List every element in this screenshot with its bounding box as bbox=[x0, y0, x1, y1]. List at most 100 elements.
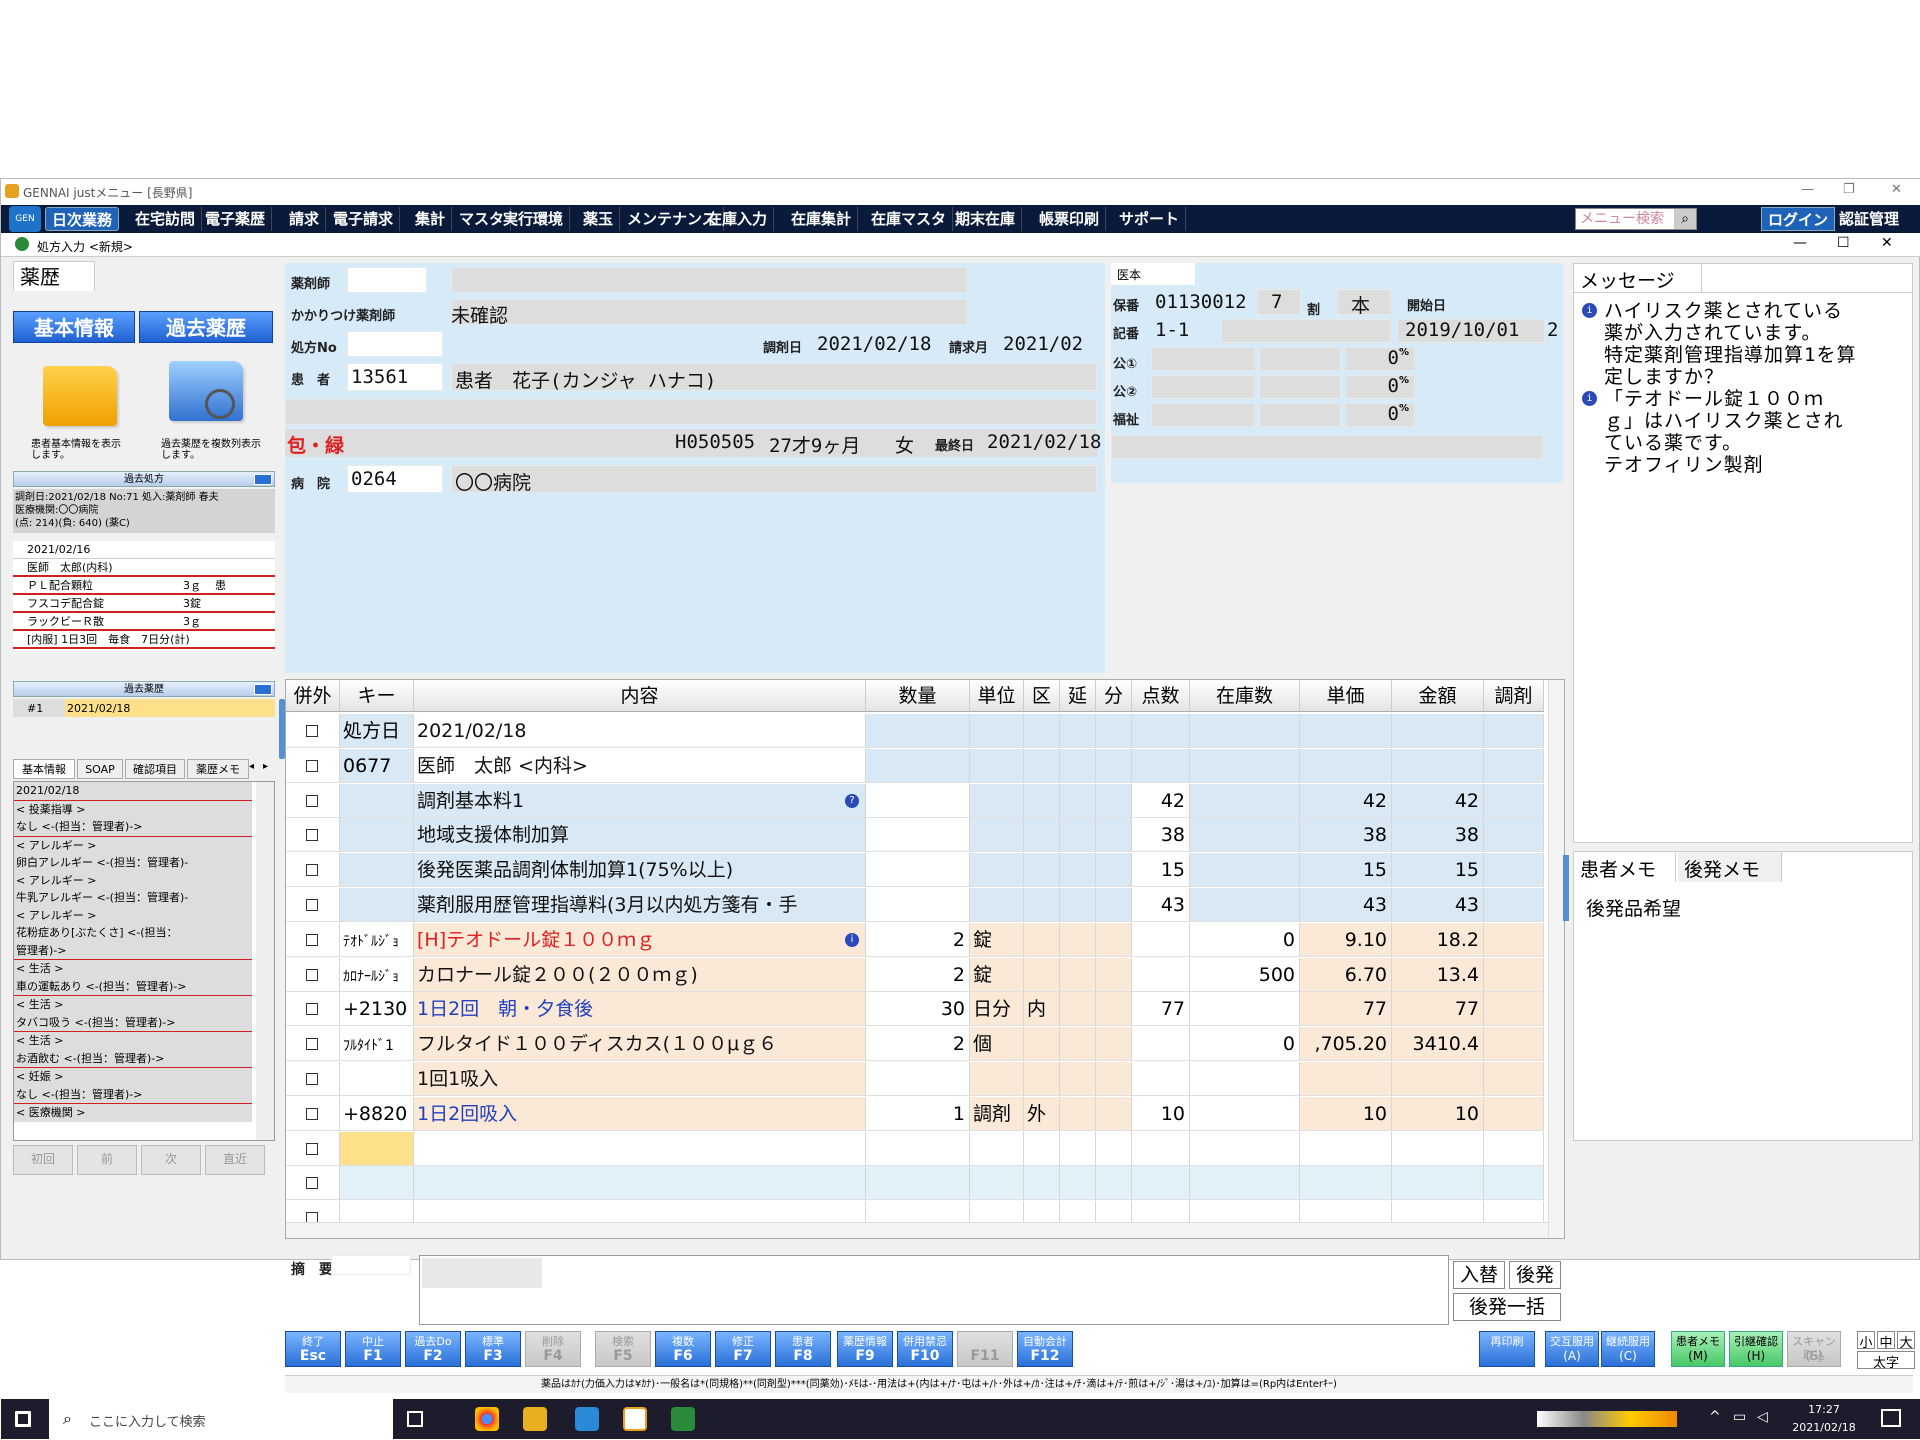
grid-cell-en[interactable] bbox=[1060, 714, 1096, 748]
message-tab[interactable]: メッセージ bbox=[1574, 264, 1702, 292]
menu-item[interactable]: 期末在庫 bbox=[949, 207, 1023, 231]
grid-cell-ku[interactable] bbox=[1024, 714, 1060, 748]
grid-cell-qty[interactable] bbox=[866, 853, 970, 888]
grid-cell-chozai[interactable] bbox=[1484, 818, 1544, 853]
grid-cell-qty[interactable] bbox=[866, 818, 970, 853]
patient-memo-tab[interactable]: 患者メモ bbox=[1574, 852, 1676, 882]
grid-cell-stock[interactable] bbox=[1190, 714, 1300, 748]
grid-cell-qty[interactable] bbox=[866, 1131, 970, 1166]
left-tab[interactable]: 確認項目 bbox=[125, 759, 185, 779]
font-small-button[interactable]: 小 bbox=[1857, 1331, 1875, 1351]
grid-cell-unit[interactable] bbox=[970, 714, 1024, 748]
grid-cell-content[interactable] bbox=[414, 1131, 866, 1166]
grid-cell-chozai[interactable] bbox=[1484, 1166, 1544, 1201]
grid-cell-chozai[interactable] bbox=[1484, 714, 1544, 748]
grid-cell-en[interactable] bbox=[1060, 957, 1096, 992]
row-checkbox[interactable] bbox=[306, 1073, 318, 1085]
grid-cell-amount[interactable]: 3410.4 bbox=[1392, 1027, 1484, 1062]
grid-cell-unit[interactable] bbox=[970, 783, 1024, 818]
row-checkbox[interactable] bbox=[306, 864, 318, 877]
grid-cell-price[interactable]: 42 bbox=[1300, 783, 1392, 818]
grid-cell-fun[interactable] bbox=[1096, 1166, 1132, 1201]
fkey-f5-button[interactable]: 検索 F5 bbox=[595, 1331, 651, 1367]
grid-cell-ku[interactable] bbox=[1024, 888, 1060, 922]
sub-close-icon[interactable]: ✕ bbox=[1881, 235, 1893, 251]
info-icon[interactable]: ? bbox=[845, 793, 859, 808]
close-icon[interactable]: ✕ bbox=[1891, 182, 1902, 197]
grid-cell-stock[interactable] bbox=[1190, 1166, 1300, 1201]
grid-cell-ku[interactable] bbox=[1024, 922, 1060, 957]
fkey-esc-button[interactable]: 終了 Esc bbox=[285, 1331, 341, 1367]
menu-item[interactable]: 在宅訪問 bbox=[129, 207, 203, 231]
grid-cell-ku[interactable] bbox=[1024, 1131, 1060, 1166]
auth-button[interactable]: 認証管理 bbox=[1833, 207, 1905, 231]
grid-cell-unit[interactable] bbox=[970, 748, 1024, 783]
grid-cell-unit[interactable]: 錠 bbox=[970, 957, 1024, 992]
grid-cell-en[interactable] bbox=[1060, 1062, 1096, 1096]
row-checkbox[interactable] bbox=[306, 968, 318, 981]
grid-cell-stock[interactable] bbox=[1190, 1131, 1300, 1166]
grid-cell-chk[interactable] bbox=[286, 818, 340, 853]
claim-month-value[interactable]: 2021/02 bbox=[1003, 333, 1083, 355]
grid-cell-stock[interactable] bbox=[1190, 748, 1300, 783]
grid-cell-key[interactable]: ﾃｵﾄﾞﾙｼﾞｮ bbox=[340, 922, 414, 957]
grid-cell-stock[interactable] bbox=[1190, 992, 1300, 1027]
grid-cell-fun[interactable] bbox=[1096, 922, 1132, 957]
row-checkbox[interactable] bbox=[306, 759, 318, 772]
menu-item[interactable]: 実行環境 bbox=[497, 207, 571, 231]
grid-header-ku[interactable]: 区 bbox=[1024, 680, 1060, 712]
grid-cell-price[interactable]: 77 bbox=[1300, 992, 1392, 1027]
grid-cell-unit[interactable] bbox=[970, 1062, 1024, 1096]
right-action-button[interactable]: 引継確認 (H) bbox=[1729, 1331, 1783, 1367]
grid-cell-fun[interactable] bbox=[1096, 1131, 1132, 1166]
past-rx-row[interactable]: 医師 太郎(内科) bbox=[13, 559, 275, 577]
taskbar-search-box[interactable]: ⌕ ここに入力して検索 bbox=[49, 1399, 393, 1439]
grid-cell-chozai[interactable] bbox=[1484, 1096, 1544, 1131]
tray-arrow-icon[interactable]: ^ bbox=[1709, 1409, 1721, 1425]
grid-cell-key[interactable] bbox=[340, 888, 414, 922]
grid-cell-chozai[interactable] bbox=[1484, 1062, 1544, 1096]
left-tab[interactable]: 基本情報 bbox=[13, 759, 75, 779]
pharmacist-input[interactable] bbox=[347, 267, 427, 293]
grid-cell-qty[interactable] bbox=[866, 714, 970, 748]
grid-cell-stock[interactable]: 500 bbox=[1190, 957, 1300, 992]
past-rx-row[interactable]: ＰＬ配合顆粒 3ｇ 患 bbox=[13, 577, 275, 595]
menu-item[interactable]: 電子薬歴 bbox=[199, 207, 273, 231]
grid-cell-chozai[interactable] bbox=[1484, 992, 1544, 1027]
sub-minimize-icon[interactable]: — bbox=[1793, 235, 1807, 251]
grid-cell-pts[interactable]: 42 bbox=[1132, 783, 1190, 818]
row-checkbox[interactable] bbox=[306, 829, 318, 842]
grid-cell-en[interactable] bbox=[1060, 1096, 1096, 1131]
menu-item[interactable]: 集計 bbox=[409, 207, 453, 231]
grid-cell-content[interactable]: 1回1吸入 bbox=[414, 1062, 866, 1096]
grid-cell-chk[interactable] bbox=[286, 1096, 340, 1131]
grid-cell-amount[interactable]: 15 bbox=[1392, 853, 1484, 888]
grid-hscroll[interactable] bbox=[286, 1222, 1548, 1238]
menu-item[interactable]: 在庫マスタ bbox=[865, 207, 954, 231]
file-explorer-icon[interactable] bbox=[523, 1407, 547, 1431]
grid-cell-price[interactable]: ,705.20 bbox=[1300, 1027, 1392, 1062]
notification-icon[interactable] bbox=[1881, 1409, 1901, 1427]
search-icon[interactable]: ⌕ bbox=[1674, 209, 1696, 229]
network-icon[interactable]: ▭ bbox=[1733, 1409, 1746, 1425]
grid-cell-stock[interactable] bbox=[1190, 1062, 1300, 1096]
grid-cell-key[interactable]: +2130 bbox=[340, 992, 414, 1027]
grid-cell-ku[interactable] bbox=[1024, 1166, 1060, 1201]
grid-header-qty[interactable]: 数量 bbox=[866, 680, 970, 712]
grid-cell-unit[interactable]: 日分 bbox=[970, 992, 1024, 1027]
grid-cell-stock[interactable]: 0 bbox=[1190, 922, 1300, 957]
grid-cell-key[interactable]: 処方日 bbox=[340, 714, 414, 748]
grid-cell-pts[interactable] bbox=[1132, 957, 1190, 992]
fkey-f7-button[interactable]: 修正 F7 bbox=[715, 1331, 771, 1367]
grid-cell-pts[interactable]: 10 bbox=[1132, 1096, 1190, 1131]
menu-item[interactable]: 在庫集計 bbox=[785, 207, 859, 231]
fkey-f8-button[interactable]: 患者 F8 bbox=[775, 1331, 831, 1367]
past-history-button[interactable]: 過去薬歴 bbox=[139, 311, 273, 343]
fkey-f4-button[interactable]: 削除 F4 bbox=[525, 1331, 581, 1367]
grid-cell-fun[interactable] bbox=[1096, 1027, 1132, 1062]
nav-button[interactable]: 前 bbox=[77, 1145, 137, 1175]
grid-cell-en[interactable] bbox=[1060, 783, 1096, 818]
fkey-f1-button[interactable]: 中止 F1 bbox=[345, 1331, 401, 1367]
grid-cell-chk[interactable] bbox=[286, 748, 340, 783]
sub-maximize-icon[interactable]: ☐ bbox=[1837, 235, 1850, 251]
